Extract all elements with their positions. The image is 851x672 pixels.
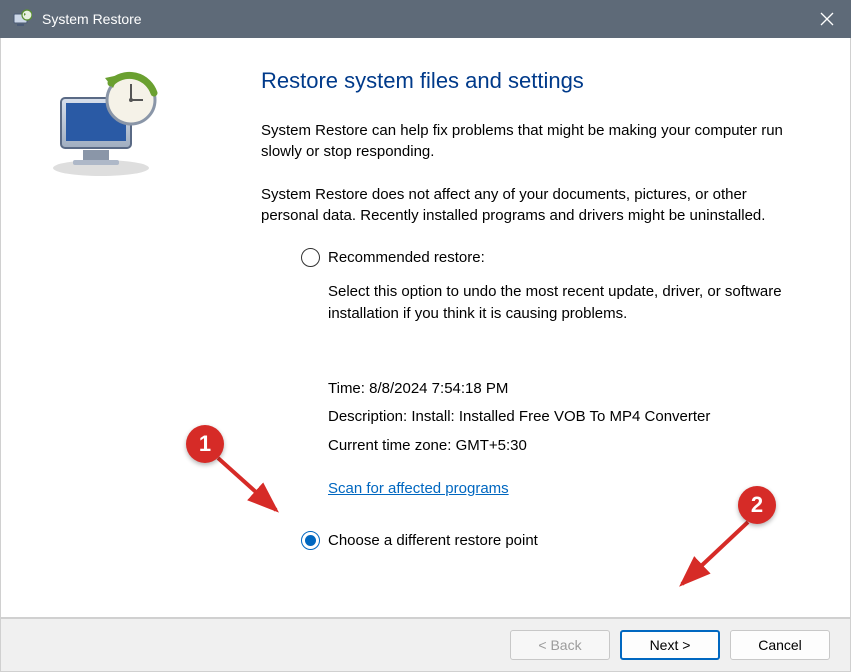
- tz-value: GMT+5:30: [456, 437, 527, 454]
- desc-value: Install: Installed Free VOB To MP4 Conve…: [411, 408, 710, 425]
- recommended-label: Recommended restore:: [328, 249, 485, 266]
- recommended-description: Select this option to undo the most rece…: [328, 281, 790, 325]
- annotation-arrow-1: [212, 452, 292, 524]
- tz-label: Current time zone:: [328, 437, 451, 454]
- choose-different-label: Choose a different restore point: [328, 532, 538, 549]
- radio-selected-icon: [301, 531, 320, 550]
- next-button[interactable]: Next >: [620, 630, 720, 660]
- back-button[interactable]: < Back: [510, 630, 610, 660]
- time-value: 8/8/2024 7:54:18 PM: [369, 380, 508, 397]
- restore-options: Recommended restore: Select this option …: [301, 248, 790, 497]
- system-restore-icon: [12, 9, 32, 29]
- restore-details: Time: 8/8/2024 7:54:18 PM Description: I…: [328, 375, 790, 461]
- annotation-marker-2: 2: [738, 486, 776, 524]
- annotation-arrow-2: [670, 516, 760, 596]
- annotation-marker-1: 1: [186, 425, 224, 463]
- desc-label: Description:: [328, 408, 407, 425]
- intro-text-2: System Restore does not affect any of yo…: [261, 184, 790, 226]
- time-label: Time:: [328, 380, 365, 397]
- close-button[interactable]: [803, 0, 851, 38]
- titlebar: System Restore: [0, 0, 851, 38]
- page-heading: Restore system files and settings: [261, 68, 790, 94]
- recommended-restore-option[interactable]: Recommended restore:: [301, 248, 790, 267]
- restore-graphic-icon: [41, 68, 171, 178]
- intro-text-1: System Restore can help fix problems tha…: [261, 120, 790, 162]
- cancel-button[interactable]: Cancel: [730, 630, 830, 660]
- scan-affected-programs-link[interactable]: Scan for affected programs: [328, 480, 509, 497]
- footer-buttons: < Back Next > Cancel: [0, 618, 851, 672]
- left-pane: [1, 38, 211, 617]
- window-title: System Restore: [42, 11, 142, 27]
- radio-unselected-icon: [301, 248, 320, 267]
